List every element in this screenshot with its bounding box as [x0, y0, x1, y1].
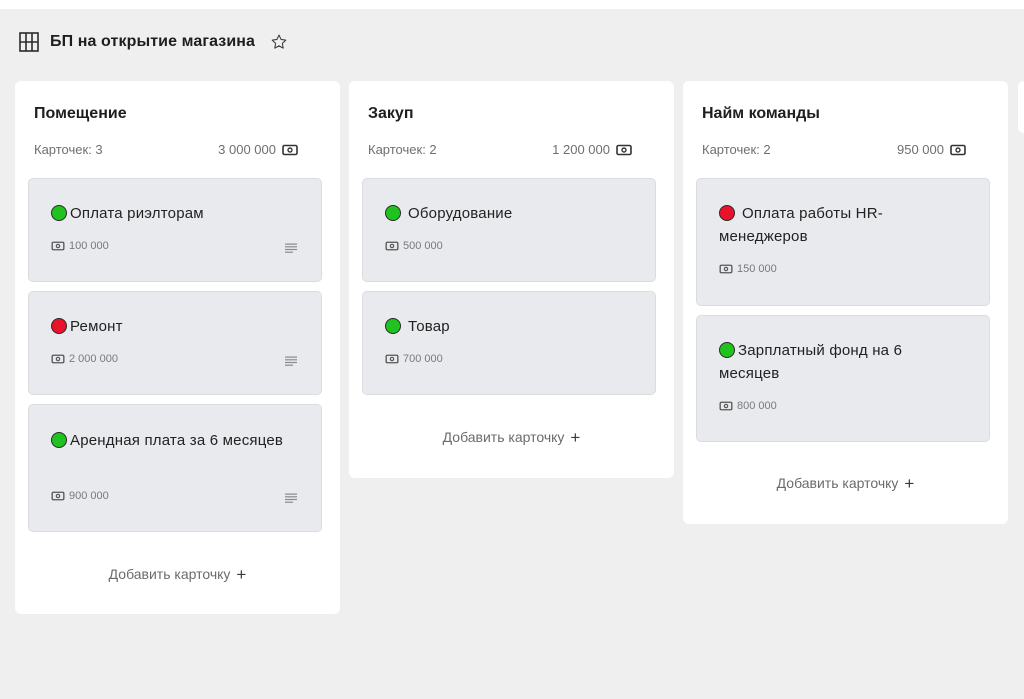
card[interactable]: Оборудование 500 000: [362, 178, 656, 282]
column-title: Помещение: [34, 105, 127, 122]
description-icon: [285, 493, 297, 503]
add-card-button[interactable]: Добавить карточку +: [15, 565, 340, 585]
card[interactable]: Товар 700 000: [362, 291, 656, 395]
card-title: Арендная плата за 6 месяцев: [51, 429, 291, 452]
star-outline-icon[interactable]: [270, 33, 288, 51]
card[interactable]: Оплата риэлторам 100 000: [28, 178, 322, 282]
card-title: Ремонт: [51, 315, 291, 338]
column-naim-komandy: Найм команды Карточек: 2 950 000 Оплата …: [683, 81, 1008, 524]
column-pomeshchenie: Помещение Карточек: 3 3 000 000 Оплата р…: [15, 81, 340, 614]
card[interactable]: Арендная плата за 6 месяцев 900 000: [28, 404, 322, 532]
plus-icon: +: [236, 565, 247, 584]
board-title: БП на открытие магазина: [50, 33, 256, 50]
card-amount-value: 100 000: [69, 240, 109, 252]
column-meta: Карточек: 3 3 000 000: [34, 142, 298, 157]
card-amount: 800 000: [719, 400, 777, 412]
card-amount: 900 000: [51, 490, 109, 502]
status-dot-green: [385, 318, 401, 334]
card-count: Карточек: 2: [368, 142, 437, 157]
card-title: Товар: [385, 315, 625, 338]
description-icon: [285, 356, 297, 366]
money-icon: [616, 144, 632, 156]
board-grid-icon: [19, 32, 39, 52]
card-title: Оборудование: [385, 202, 625, 225]
card-amount-value: 500 000: [403, 240, 443, 252]
card-amount: 100 000: [51, 240, 109, 252]
money-icon: [51, 354, 65, 364]
column-sum: 3 000 000: [218, 142, 298, 157]
card-count: Карточек: 2: [702, 142, 771, 157]
card-amount-value: 2 000 000: [69, 353, 118, 365]
money-icon: [385, 354, 399, 364]
card-amount-value: 700 000: [403, 353, 443, 365]
money-icon: [719, 401, 733, 411]
status-dot-red: [51, 318, 67, 334]
status-dot-green: [51, 432, 67, 448]
description-icon: [285, 243, 297, 253]
column-title: Закуп: [368, 105, 414, 122]
status-dot-green: [719, 342, 735, 358]
status-dot-green: [385, 205, 401, 221]
plus-icon: +: [570, 428, 581, 447]
money-icon: [385, 241, 399, 251]
money-icon: [51, 491, 65, 501]
card-title: Оплата работы HR-менеджеров: [719, 205, 883, 245]
column-sum: 1 200 000: [552, 142, 632, 157]
money-icon: [282, 144, 298, 156]
card[interactable]: Зарплатный фонд на 6 месяцев 800 000: [696, 315, 990, 442]
column-sum: 950 000: [897, 142, 966, 157]
plus-icon: +: [904, 474, 915, 493]
column-title: Найм команды: [702, 105, 820, 122]
card-amount: 150 000: [719, 263, 777, 275]
card-amount-value: 900 000: [69, 490, 109, 502]
column-zakup: Закуп Карточек: 2 1 200 000 Оборудование…: [349, 81, 674, 478]
board-header: БП на открытие магазина: [19, 31, 288, 53]
column-sum-value: 3 000 000: [218, 142, 276, 157]
add-card-button[interactable]: Добавить карточку +: [683, 474, 1008, 494]
column-meta: Карточек: 2 1 200 000: [368, 142, 632, 157]
add-card-button[interactable]: Добавить карточку +: [349, 428, 674, 448]
card-amount: 700 000: [385, 353, 443, 365]
status-dot-red: [719, 205, 735, 221]
money-icon: [719, 264, 733, 274]
card-count: Карточек: 3: [34, 142, 103, 157]
column-sum-value: 1 200 000: [552, 142, 610, 157]
card-amount: 2 000 000: [51, 353, 118, 365]
money-icon: [950, 144, 966, 156]
card[interactable]: Ремонт 2 000 000: [28, 291, 322, 395]
column-sum-value: 950 000: [897, 142, 944, 157]
card-title: Зарплатный фонд на 6 месяцев: [719, 342, 903, 382]
status-dot-green: [51, 205, 67, 221]
board-area: БП на открытие магазина Помещение Карточ…: [0, 9, 1024, 699]
card-amount-value: 800 000: [737, 400, 777, 412]
column-meta: Карточек: 2 950 000: [702, 142, 966, 157]
money-icon: [51, 241, 65, 251]
column-partial: [1018, 81, 1024, 133]
card-amount: 500 000: [385, 240, 443, 252]
card[interactable]: Оплата работы HR-менеджеров 150 000: [696, 178, 990, 306]
card-amount-value: 150 000: [737, 263, 777, 275]
card-title: Оплата риэлторам: [51, 202, 291, 225]
